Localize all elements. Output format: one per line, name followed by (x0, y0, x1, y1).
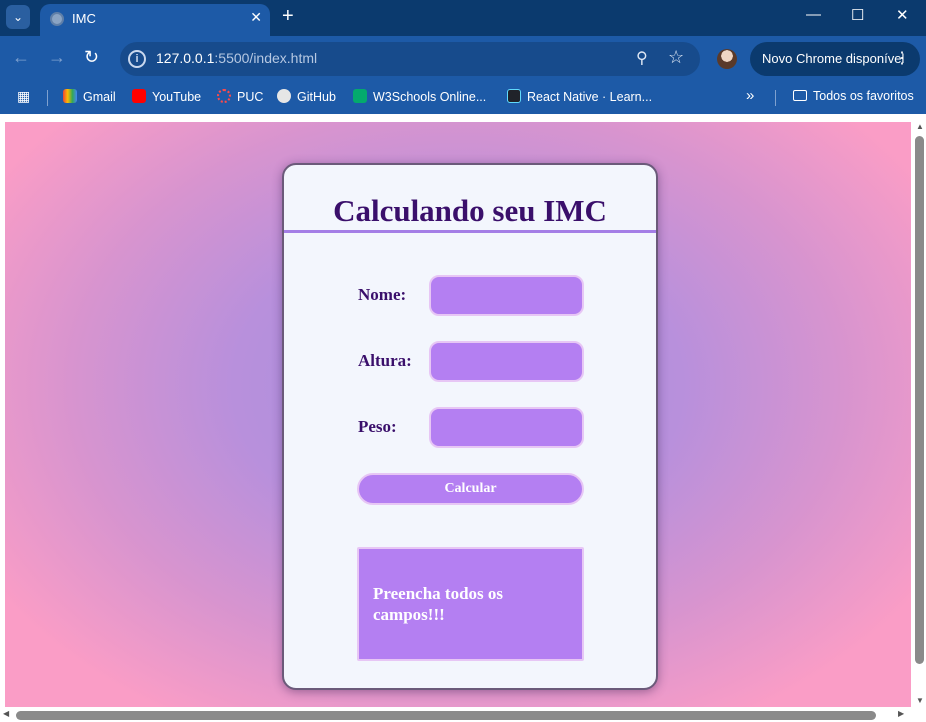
minimize-icon[interactable]: — (806, 6, 821, 23)
zoom-icon[interactable]: ⚲ (636, 48, 648, 68)
vertical-scroll-thumb[interactable] (915, 136, 924, 664)
bookmark-label: PUC (237, 90, 264, 104)
page-viewport: Calculando seu IMC Nome: Altura: Peso: C… (0, 114, 926, 722)
scroll-right-icon[interactable]: ▶ (898, 709, 904, 718)
toolbar: ← → ↻ i 127.0.0.1:5500/index.html ⚲ ☆ No… (0, 36, 926, 82)
bookmark-label: Gmail (83, 90, 116, 104)
puc-icon (217, 89, 231, 103)
update-label: Novo Chrome disponível (762, 51, 905, 66)
tab-title: IMC (72, 11, 96, 26)
bookmark-react-native[interactable]: React Native · Learn... (507, 89, 652, 104)
chrome-update-button[interactable]: Novo Chrome disponível ⋮ (750, 42, 920, 76)
nome-label: Nome: (358, 285, 407, 304)
react-icon (507, 89, 521, 103)
new-tab-icon[interactable]: + (282, 4, 294, 28)
gmail-icon (63, 89, 77, 103)
w3schools-icon (353, 89, 367, 103)
more-bookmarks-icon[interactable]: » (746, 87, 754, 104)
back-icon[interactable]: ← (12, 47, 30, 68)
all-bookmarks-label: Todos os favoritos (813, 89, 914, 103)
youtube-icon (132, 89, 146, 103)
page-background: Calculando seu IMC Nome: Altura: Peso: C… (5, 122, 911, 707)
altura-label: Altura: (358, 351, 412, 370)
folder-icon (793, 90, 807, 101)
peso-input[interactable] (429, 407, 584, 448)
bookmark-label: W3Schools Online... (373, 90, 487, 104)
calcular-button[interactable]: Calcular (357, 473, 584, 505)
bookmark-label: React Native · Learn... (527, 90, 653, 104)
horizontal-scroll-thumb[interactable] (16, 711, 876, 720)
bookmark-star-icon[interactable]: ☆ (668, 47, 684, 68)
bookmark-puc[interactable]: PUC (217, 89, 263, 104)
close-tab-icon[interactable]: ✕ (250, 9, 262, 26)
scroll-left-icon[interactable]: ◀ (3, 709, 9, 718)
globe-icon (50, 12, 64, 26)
bookmark-github[interactable]: GitHub (277, 89, 336, 104)
vertical-scrollbar[interactable]: ▲ ▼ (913, 122, 926, 707)
tab-search-icon[interactable]: ⌄ (6, 5, 30, 29)
menu-kebab-icon[interactable]: ⋮ (894, 48, 910, 68)
scroll-down-icon[interactable]: ▼ (916, 696, 924, 705)
result-box: Preencha todos os campos!!! (357, 547, 584, 661)
all-bookmarks-folder[interactable]: Todos os favoritos (793, 89, 914, 103)
bookmark-w3schools[interactable]: W3Schools Online... (353, 89, 486, 104)
url-path: :5500/index.html (214, 50, 318, 66)
result-message: Preencha todos os campos!!! (373, 584, 504, 624)
address-bar[interactable]: i 127.0.0.1:5500/index.html ⚲ ☆ (120, 42, 700, 76)
tab-imc[interactable]: IMC ✕ (40, 4, 270, 36)
bookmarks-divider (47, 90, 48, 106)
reload-icon[interactable]: ↻ (84, 47, 99, 68)
bookmark-label: GitHub (297, 90, 336, 104)
url-host: 127.0.0.1 (156, 50, 215, 66)
apps-grid-icon[interactable]: ▦ (17, 88, 30, 105)
site-info-icon[interactable]: i (128, 50, 146, 68)
github-icon (277, 89, 291, 103)
imc-card: Calculando seu IMC Nome: Altura: Peso: C… (282, 163, 658, 690)
profile-avatar[interactable] (717, 49, 737, 69)
scroll-up-icon[interactable]: ▲ (916, 122, 924, 131)
bookmark-label: YouTube (152, 90, 202, 104)
nome-input[interactable] (429, 275, 584, 316)
bookmarks-divider (775, 90, 776, 106)
peso-label: Peso: (358, 417, 397, 436)
bookmarks-bar: ▦ Gmail YouTube PUC GitHub W3Schools Onl… (0, 82, 926, 114)
tab-strip: ⌄ IMC ✕ + — ☐ ✕ (0, 0, 926, 36)
forward-icon[interactable]: → (48, 47, 66, 68)
maximize-icon[interactable]: ☐ (851, 6, 864, 24)
title-divider (284, 230, 656, 233)
altura-input[interactable] (429, 341, 584, 382)
bookmark-youtube[interactable]: YouTube (132, 89, 201, 104)
url-text[interactable]: 127.0.0.1:5500/index.html (156, 50, 317, 66)
page-title: Calculando seu IMC (333, 193, 607, 228)
window-close-icon[interactable]: ✕ (896, 6, 909, 24)
bookmark-gmail[interactable]: Gmail (63, 89, 116, 104)
horizontal-scrollbar[interactable]: ◀ ▶ (0, 707, 913, 722)
